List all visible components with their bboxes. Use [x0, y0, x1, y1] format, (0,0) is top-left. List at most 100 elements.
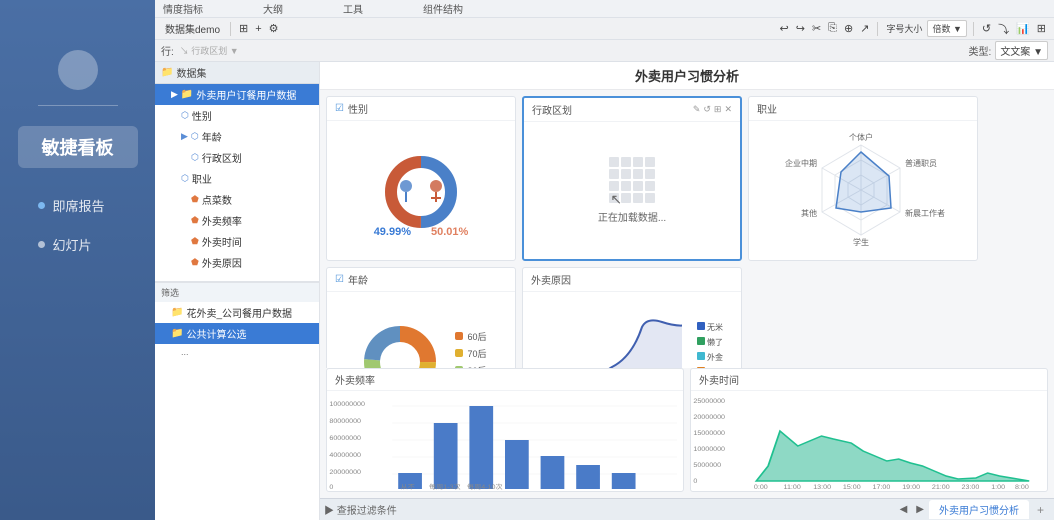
nav-item-outline[interactable]: 大纲	[263, 1, 283, 16]
tab-main[interactable]: 外卖用户习惯分析	[929, 500, 1029, 519]
reason-chart-content: 无米 懒了 外金 外者	[523, 292, 741, 368]
close-icon[interactable]: ✕	[724, 104, 732, 115]
dashboard-area: 外卖用户习惯分析 ☑ 性别	[320, 62, 1054, 520]
tree-item-orders[interactable]: ⬟ 点菜数	[155, 189, 319, 210]
age-check-icon: ☑	[335, 274, 344, 285]
tree-item-gender[interactable]: ⬡ 性别	[155, 105, 319, 126]
sidebar: 敏捷看板 即席报告 幻灯片	[0, 0, 155, 520]
age-legend-dot-70	[455, 349, 463, 357]
age-container: 60后 70后 80后	[327, 292, 515, 368]
tree-item-main-folder[interactable]: ▶ 📁 外卖用户订餐用户数据	[155, 84, 319, 105]
refresh2-icon[interactable]: ↺	[703, 104, 711, 115]
chart-icon[interactable]: 📊	[1014, 22, 1032, 35]
dim-icon-age: ⬡	[191, 131, 199, 142]
tree-item-occupation-label: 职业	[192, 171, 212, 186]
age-legend: 60后 70后 80后	[455, 330, 486, 369]
gender-chart-card: ☑ 性别	[326, 96, 516, 261]
undo-icon[interactable]: ↩	[778, 22, 791, 35]
svg-text:19:00: 19:00	[902, 484, 920, 490]
tree-item-time-label: 外卖时间	[202, 234, 242, 249]
expand-icon-age: ▶	[181, 131, 188, 142]
tab-add-btn[interactable]: +	[1031, 501, 1050, 519]
folder-icon-section1: 📁	[171, 307, 183, 318]
dashboard-title: 外卖用户习惯分析	[320, 62, 1054, 90]
sidebar-item-kanban[interactable]: 敏捷看板	[18, 126, 138, 168]
dim-icon-occupation: ⬡	[181, 173, 189, 184]
font-size-select[interactable]: 倍数 ▼	[927, 20, 966, 37]
tree-section-item2[interactable]: 📁 公共计算公选	[155, 323, 319, 344]
frequency-chart-content: 100000000 80000000 60000000 40000000 200…	[327, 391, 683, 491]
add2-icon[interactable]: ⊕	[842, 22, 855, 35]
tree-item-reason-label: 外卖原因	[202, 255, 242, 270]
svg-text:外者: 外者	[707, 367, 723, 369]
grid-icon[interactable]: ⊞	[237, 22, 250, 35]
tree-item-frequency-label: 外卖频率	[202, 213, 242, 228]
district-chart-actions: ✎ ↺ ⊞ ✕	[693, 104, 732, 115]
svg-text:0:00: 0:00	[754, 484, 768, 490]
time-chart-title: 外卖时间	[691, 369, 1047, 391]
tree-section-item1[interactable]: 📁 花外卖_公司餐用户数据	[155, 302, 319, 323]
nav-item-tools[interactable]: 工具	[343, 1, 363, 16]
measure-icon-orders: ⬟	[191, 194, 199, 205]
nav-item-structure[interactable]: 组件结构	[423, 1, 463, 16]
layout-icon[interactable]: ⊞	[1035, 22, 1048, 35]
svg-text:其他: 其他	[801, 208, 817, 218]
row-label: 行:	[161, 43, 174, 58]
tree-section-sub[interactable]: ...	[155, 344, 319, 360]
age-chart-card: ☑ 年龄	[326, 267, 516, 368]
svg-text:13:00: 13:00	[813, 484, 831, 490]
tree-item-age[interactable]: ▶ ⬡ 年龄	[155, 126, 319, 147]
age-legend-item-80: 80后	[455, 364, 486, 369]
svg-text:0: 0	[329, 484, 333, 490]
settings-icon[interactable]: ⚙	[267, 22, 281, 35]
cut-icon[interactable]: ✂	[810, 22, 823, 35]
occupation-chart-title: 职业	[749, 97, 977, 121]
tree-item-district[interactable]: ⬡ 行政区划	[155, 147, 319, 168]
page-nav-left: ◀ ▶	[897, 504, 927, 515]
folder-icon-section2: 📁	[171, 328, 183, 339]
occupation-chart-card: 职业	[748, 96, 978, 261]
district-chart-card: 行政区划 ✎ ↺ ⊞ ✕	[522, 96, 742, 261]
page-prev-btn[interactable]: ◀	[897, 504, 911, 515]
loading-text: 正在加载数据...	[598, 209, 666, 224]
svg-text:10000000: 10000000	[693, 446, 725, 452]
age-donut-svg	[355, 317, 445, 369]
svg-text:每周1-3次: 每周1-3次	[429, 483, 461, 491]
sidebar-item-slide[interactable]: 幻灯片	[18, 227, 138, 262]
toolbar-sep2	[877, 22, 878, 36]
svg-text:60000000: 60000000	[329, 435, 361, 441]
tree-item-frequency[interactable]: ⬟ 外卖频率	[155, 210, 319, 231]
add-icon[interactable]: +	[253, 23, 263, 35]
copy-icon[interactable]: ⎘	[826, 22, 839, 35]
nav-item-metrics[interactable]: 情度指标	[163, 1, 203, 16]
svg-text:公务员: 公务员	[849, 252, 873, 253]
edit-icon[interactable]: ✎	[693, 104, 701, 115]
tree-section-item1-label: 花外卖_公司餐用户数据	[186, 305, 292, 320]
svg-text:懒了: 懒了	[707, 337, 723, 347]
tree-item-reason[interactable]: ⬟ 外卖原因	[155, 252, 319, 273]
svg-text:每周4-10次: 每周4-10次	[467, 483, 503, 491]
row-filter-icon: ↘ 行政区划 ▼	[178, 44, 241, 57]
charts-grid: ☑ 性别	[320, 90, 1054, 368]
page-next-btn[interactable]: ▶	[913, 504, 927, 515]
svg-text:5000000: 5000000	[693, 462, 721, 468]
font-size-label: 字号大小	[884, 22, 924, 35]
type-select[interactable]: 文文案 ▼	[995, 41, 1048, 60]
reason-chart-card: 外卖原因	[522, 267, 742, 368]
sidebar-item-report[interactable]: 即席报告	[18, 188, 138, 223]
measure-icon-reason: ⬟	[191, 257, 199, 268]
svg-text:15:00: 15:00	[843, 484, 861, 490]
share-icon[interactable]: ⤵	[996, 21, 1011, 37]
redo-icon[interactable]: ↪	[794, 22, 807, 35]
tree-item-time[interactable]: ⬟ 外卖时间	[155, 231, 319, 252]
svg-text:无米: 无米	[707, 322, 723, 332]
refresh-icon[interactable]: ↺	[980, 22, 993, 35]
sidebar-dot-slide	[38, 241, 45, 248]
occupation-radar-svg: 个体户 普通职员 新晨工作者 学生 其他 企业中期 公务员	[776, 128, 951, 253]
export-icon[interactable]: ↗	[858, 22, 871, 35]
tree-item-orders-label: 点菜数	[202, 192, 232, 207]
tree-section-filter: 筛选	[155, 282, 319, 302]
tree-item-occupation[interactable]: ⬡ 职业	[155, 168, 319, 189]
expand-icon[interactable]: ⊞	[714, 104, 722, 115]
folder-icon: 📁	[161, 67, 173, 78]
